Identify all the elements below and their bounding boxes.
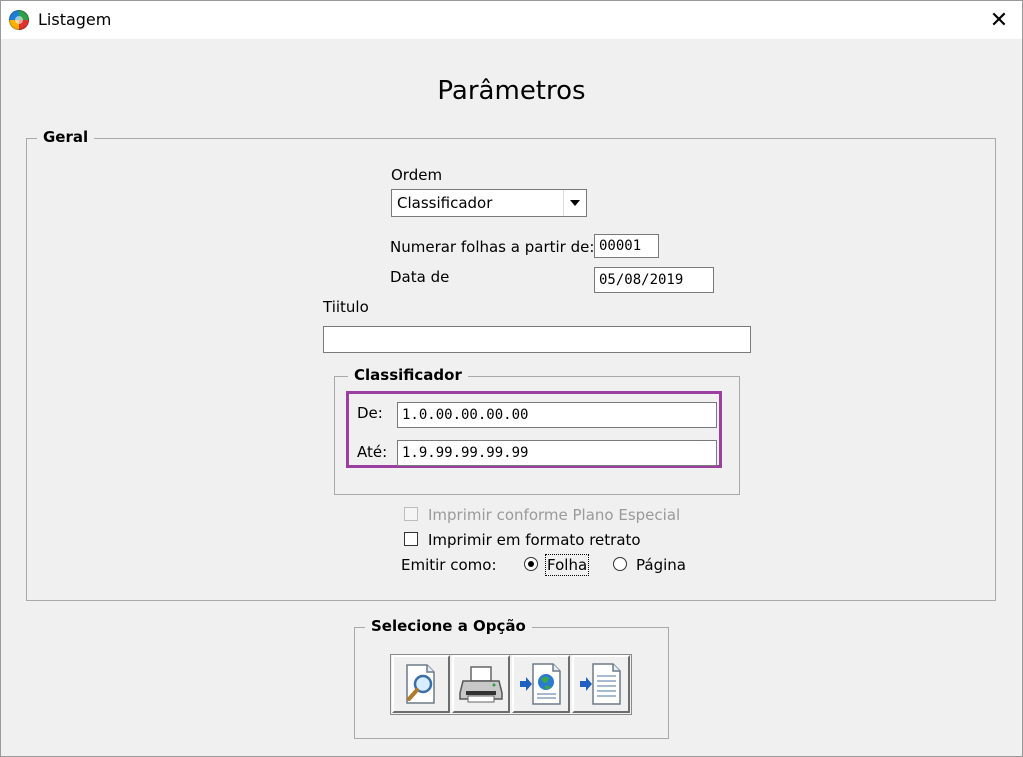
plano-especial-checkbox[interactable]: [404, 507, 418, 521]
window-title: Listagem: [38, 10, 112, 29]
titulo-label: Tiitulo: [323, 298, 369, 316]
ordem-select-value: Classificador: [397, 194, 493, 212]
pagina-radio[interactable]: [613, 557, 627, 571]
numerar-folhas-input[interactable]: 00001: [594, 234, 659, 258]
export-document-icon: [580, 663, 621, 705]
close-button[interactable]: ✕: [976, 1, 1022, 39]
preview-button[interactable]: [392, 655, 450, 713]
printer-icon: [459, 666, 503, 703]
de-label: De:: [357, 404, 383, 422]
folha-radio[interactable]: [524, 557, 538, 571]
emitir-como-label: Emitir como:: [401, 556, 497, 574]
export-web-icon: [520, 663, 561, 705]
export-document-button[interactable]: [572, 655, 630, 713]
titulo-input[interactable]: [323, 326, 751, 353]
preview-magnifier-icon: [406, 664, 435, 704]
app-globe-icon: [9, 10, 29, 30]
ordem-label: Ordem: [391, 166, 443, 184]
geral-legend: Geral: [37, 128, 95, 146]
ate-label: Até:: [357, 443, 388, 461]
print-button[interactable]: [452, 655, 510, 713]
retrato-label: Imprimir em formato retrato: [428, 531, 641, 549]
listagem-window: Listagem ✕ Parâmetros Geral Ordem Classi…: [0, 0, 1023, 757]
pagina-label[interactable]: Página: [636, 556, 686, 574]
close-icon: ✕: [989, 7, 1009, 33]
export-web-button[interactable]: [512, 655, 570, 713]
plano-especial-label: Imprimir conforme Plano Especial: [428, 506, 681, 524]
retrato-checkbox[interactable]: [404, 532, 418, 546]
numerar-label: Numerar folhas a partir de:: [390, 238, 595, 256]
ate-input[interactable]: 1.9.99.99.99.99: [397, 440, 717, 466]
ordem-select[interactable]: Classificador: [391, 189, 587, 217]
title-bar: Listagem ✕: [1, 1, 1022, 39]
de-input[interactable]: 1.0.00.00.00.00: [397, 402, 717, 428]
selecione-legend: Selecione a Opção: [365, 617, 532, 635]
chevron-down-icon[interactable]: [563, 190, 586, 216]
action-toolbar: [390, 654, 632, 715]
page-title: Parâmetros: [437, 76, 586, 106]
data-label: Data de: [390, 268, 450, 286]
folha-label[interactable]: Folha: [544, 554, 590, 576]
data-input[interactable]: 05/08/2019: [594, 267, 714, 293]
classificador-legend: Classificador: [348, 366, 468, 384]
